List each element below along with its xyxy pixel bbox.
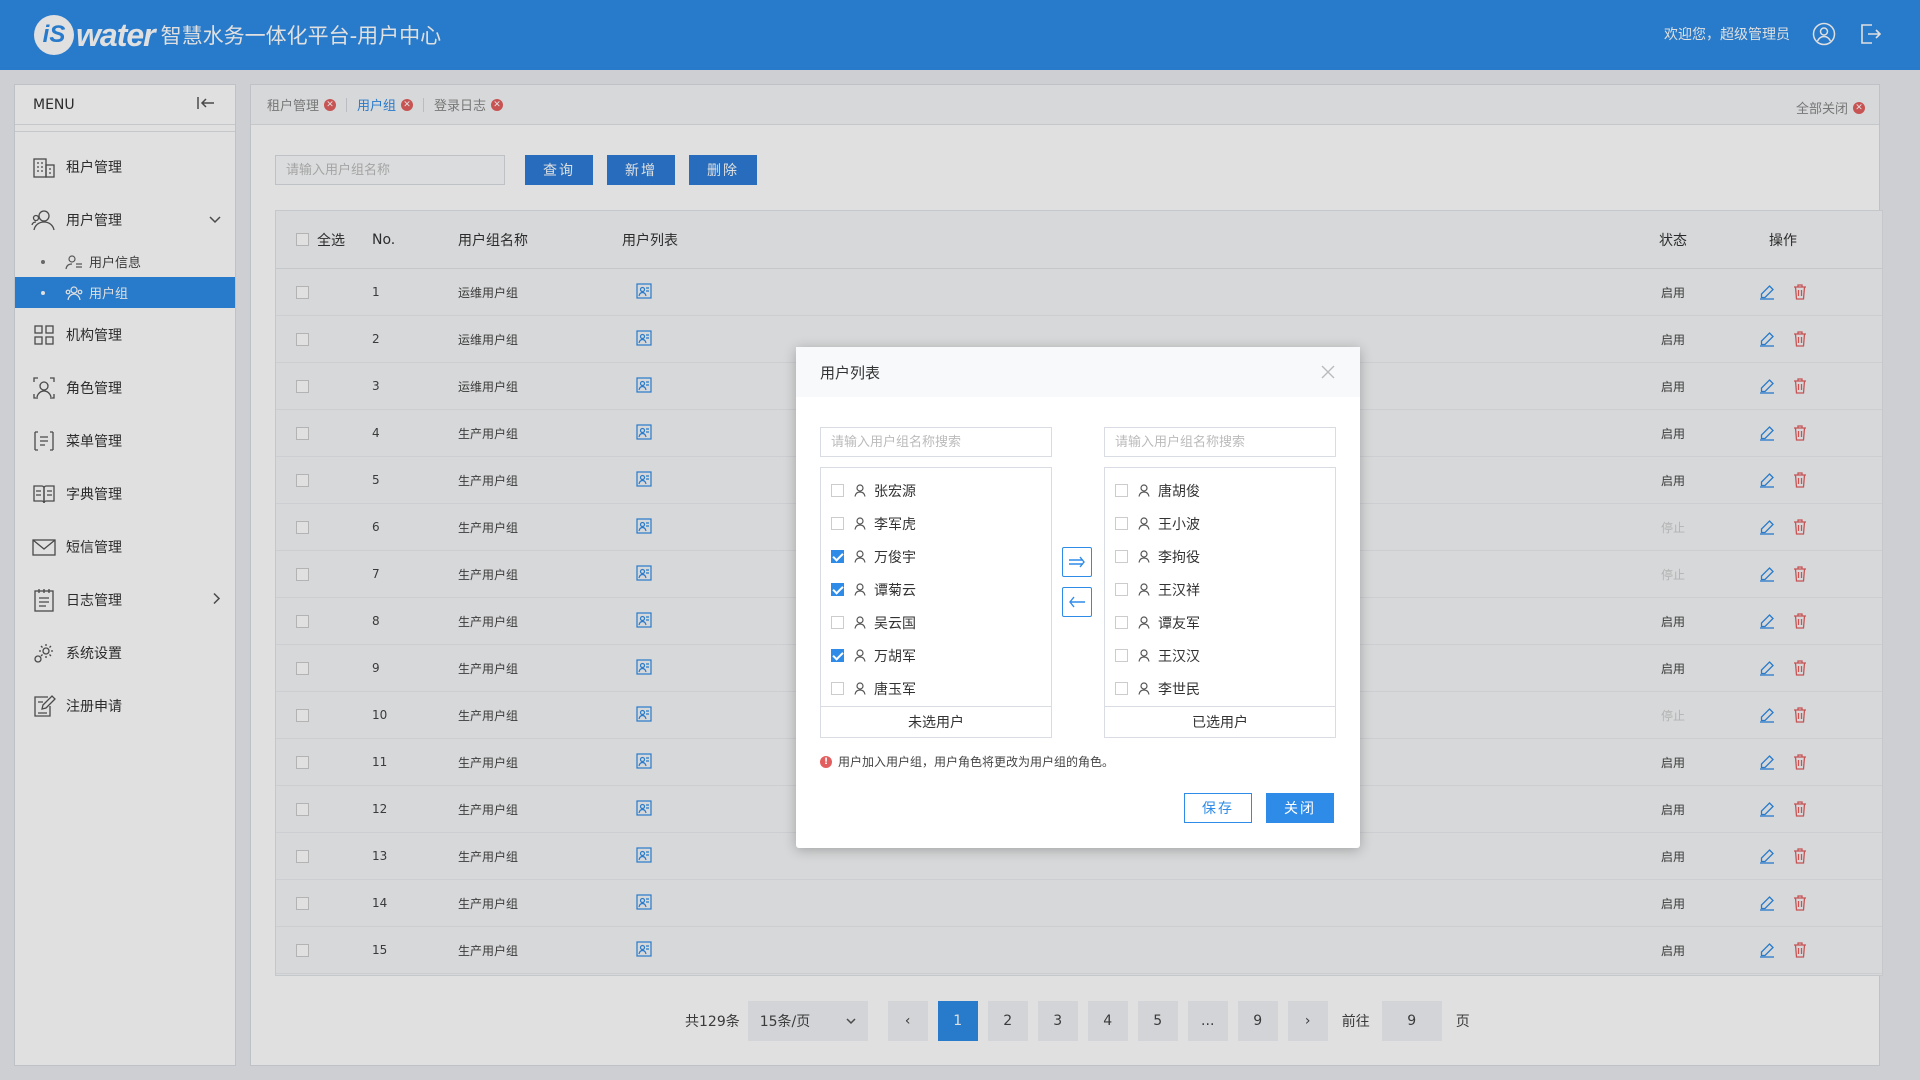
selected-users-footer: 已选用户 <box>1105 706 1335 737</box>
person-icon <box>1138 682 1152 696</box>
person-icon <box>854 484 868 498</box>
user-name: 谭菊云 <box>874 582 916 599</box>
person-icon <box>1138 517 1152 531</box>
user-checkbox[interactable] <box>831 517 844 530</box>
user-list-item[interactable]: 王小波 <box>1105 507 1335 540</box>
person-icon <box>1138 616 1152 630</box>
user-checkbox[interactable] <box>831 649 844 662</box>
user-list-item[interactable]: 李世民 <box>1105 672 1335 705</box>
user-name: 王汉祥 <box>1158 582 1200 599</box>
unselected-users-footer: 未选用户 <box>821 706 1051 737</box>
person-icon <box>854 583 868 597</box>
user-list-item[interactable]: 唐胡俊 <box>1105 474 1335 507</box>
selected-search-input[interactable] <box>1104 427 1336 457</box>
user-checkbox[interactable] <box>1115 682 1128 695</box>
modal-notice: ! 用户加入用户组，用户角色将更改为用户组的角色。 <box>820 753 1114 770</box>
person-icon <box>1138 649 1152 663</box>
unselected-users-list: 张宏源李军虎万俊宇谭菊云吴云国万胡军唐玉军 <box>821 468 1051 705</box>
user-name: 王汉汉 <box>1158 648 1200 665</box>
user-list-item[interactable]: 李军虎 <box>821 507 1051 540</box>
user-checkbox[interactable] <box>831 550 844 563</box>
move-left-button[interactable] <box>1062 587 1092 617</box>
user-list-item[interactable]: 万俊宇 <box>821 540 1051 573</box>
person-icon <box>854 649 868 663</box>
user-name: 唐玉军 <box>874 681 916 698</box>
user-checkbox[interactable] <box>1115 583 1128 596</box>
user-name: 万胡军 <box>874 648 916 665</box>
user-list-item[interactable]: 李拘役 <box>1105 540 1335 573</box>
arrow-left-icon <box>1069 596 1085 608</box>
person-icon <box>854 517 868 531</box>
person-icon <box>854 682 868 696</box>
user-name: 张宏源 <box>874 483 916 500</box>
user-name: 李拘役 <box>1158 549 1200 566</box>
user-name: 李军虎 <box>874 516 916 533</box>
user-checkbox[interactable] <box>831 484 844 497</box>
user-name: 李世民 <box>1158 681 1200 698</box>
user-list-modal: 用户列表 张宏源李军虎万俊宇谭菊云吴云国万胡军唐玉军 未选用户 唐胡俊王小波李拘… <box>796 347 1360 848</box>
user-checkbox[interactable] <box>1115 484 1128 497</box>
save-button[interactable]: 保存 <box>1184 793 1252 823</box>
user-list-item[interactable]: 唐玉军 <box>821 672 1051 705</box>
close-icon[interactable] <box>1318 362 1338 382</box>
move-right-button[interactable] <box>1062 547 1092 577</box>
user-list-item[interactable]: 吴云国 <box>821 606 1051 639</box>
selected-users-panel: 唐胡俊王小波李拘役王汉祥谭友军王汉汉李世民 已选用户 <box>1104 467 1336 738</box>
selected-users-list: 唐胡俊王小波李拘役王汉祥谭友军王汉汉李世民 <box>1105 468 1335 705</box>
modal-header: 用户列表 <box>796 347 1360 397</box>
user-list-item[interactable]: 谭菊云 <box>821 573 1051 606</box>
close-button[interactable]: 关闭 <box>1266 793 1334 823</box>
user-list-item[interactable]: 张宏源 <box>821 474 1051 507</box>
notice-text: 用户加入用户组，用户角色将更改为用户组的角色。 <box>838 755 1115 769</box>
user-checkbox[interactable] <box>831 682 844 695</box>
modal-title: 用户列表 <box>820 363 881 382</box>
user-name: 谭友军 <box>1158 615 1200 632</box>
user-list-item[interactable]: 王汉汉 <box>1105 639 1335 672</box>
user-checkbox[interactable] <box>1115 550 1128 563</box>
user-checkbox[interactable] <box>1115 616 1128 629</box>
person-icon <box>854 616 868 630</box>
warning-icon: ! <box>820 755 832 768</box>
user-checkbox[interactable] <box>1115 517 1128 530</box>
user-list-item[interactable]: 谭友军 <box>1105 606 1335 639</box>
user-name: 唐胡俊 <box>1158 483 1200 500</box>
unselected-users-panel: 张宏源李军虎万俊宇谭菊云吴云国万胡军唐玉军 未选用户 <box>820 467 1052 738</box>
user-name: 吴云国 <box>874 615 916 632</box>
user-list-item[interactable]: 万胡军 <box>821 639 1051 672</box>
person-icon <box>854 550 868 564</box>
user-checkbox[interactable] <box>831 583 844 596</box>
person-icon <box>1138 583 1152 597</box>
unselected-search-input[interactable] <box>820 427 1052 457</box>
person-icon <box>1138 550 1152 564</box>
user-checkbox[interactable] <box>1115 649 1128 662</box>
person-icon <box>1138 484 1152 498</box>
user-name: 万俊宇 <box>874 549 916 566</box>
user-name: 王小波 <box>1158 516 1200 533</box>
user-list-item[interactable]: 王汉祥 <box>1105 573 1335 606</box>
user-checkbox[interactable] <box>831 616 844 629</box>
arrow-right-icon <box>1069 556 1085 568</box>
